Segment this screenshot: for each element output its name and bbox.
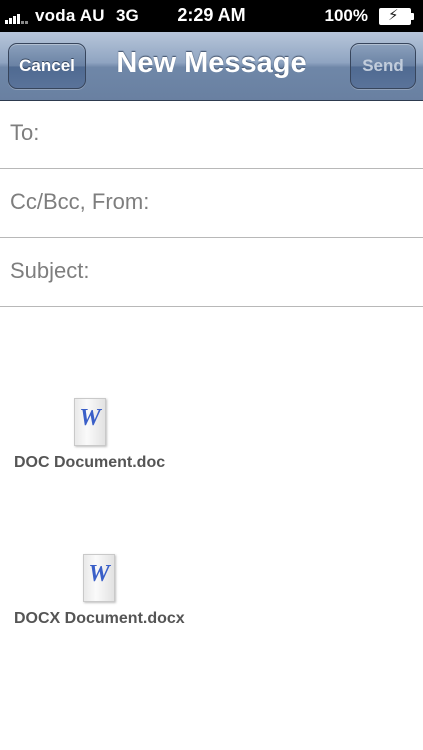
cc-bcc-from-label: Cc/Bcc, From: [10, 189, 150, 214]
message-body[interactable] [0, 307, 423, 750]
subject-label: Subject: [10, 258, 90, 283]
word-document-icon: W [83, 554, 115, 602]
navigation-bar: Cancel New Message Send [0, 32, 423, 101]
battery-icon: ⚡ [379, 7, 414, 25]
send-button[interactable]: Send [350, 43, 416, 89]
to-label: To: [10, 120, 40, 145]
word-document-icon: W [74, 398, 106, 446]
charging-bolt-icon: ⚡ [388, 7, 399, 24]
attachment-name: DOCX Document.docx [14, 610, 185, 627]
attachment-docx[interactable]: W DOCX Document.docx [0, 554, 185, 634]
status-bar: voda AU 3G 2:29 AM 100% ⚡ [0, 0, 423, 32]
battery-percent: 100% [324, 6, 368, 25]
subject-field[interactable]: Subject: [0, 238, 423, 307]
to-field[interactable]: To: [0, 100, 423, 169]
attachment-doc[interactable]: W DOC Document.doc [0, 398, 180, 478]
cc-bcc-from-field[interactable]: Cc/Bcc, From: [0, 169, 423, 238]
attachment-name: DOC Document.doc [14, 454, 166, 471]
